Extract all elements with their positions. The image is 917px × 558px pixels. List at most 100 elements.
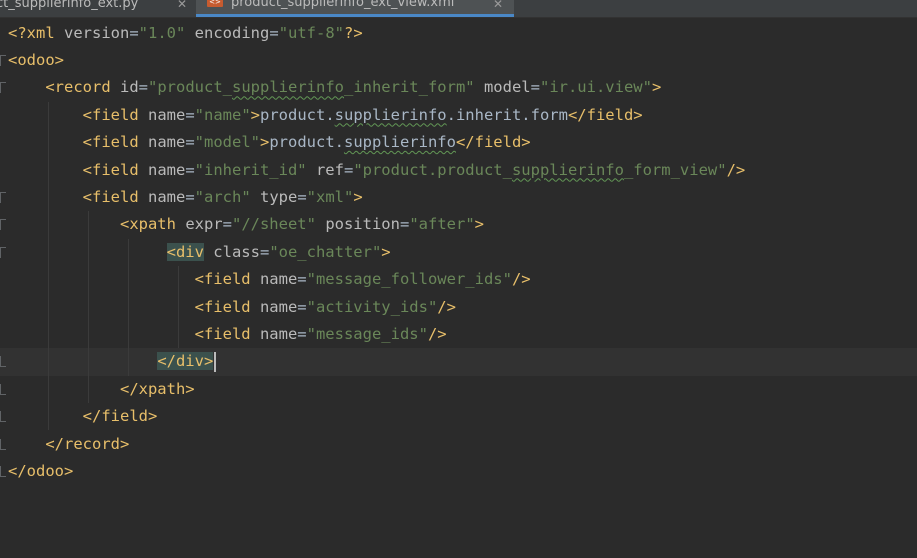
code-line[interactable]: <odoo> — [0, 47, 917, 74]
code-token: name — [259, 324, 298, 343]
indent-guide — [128, 238, 129, 376]
code-token: <xpath — [119, 215, 186, 234]
text-cursor — [214, 351, 216, 372]
code-token: = — [222, 215, 232, 234]
code-token: "arch" — [194, 187, 251, 206]
code-line[interactable]: </record> — [0, 431, 917, 458]
code-token: "oe_chatter" — [269, 242, 382, 261]
code-token: name — [259, 297, 298, 316]
code-token: > — [474, 215, 484, 234]
code-token: "product_ — [148, 78, 232, 97]
fold-marker-icon[interactable] — [0, 383, 6, 395]
code-token: version — [64, 23, 130, 42]
code-line[interactable]: </div> — [0, 348, 917, 376]
fold-marker-icon[interactable] — [0, 246, 6, 258]
code-token: "//sheet" — [231, 215, 316, 234]
code-token: = — [399, 215, 410, 234]
code-token: = — [185, 133, 195, 152]
code-token: encoding — [185, 23, 270, 42]
code-token: <field — [194, 297, 260, 316]
code-line[interactable]: <div class="oe_chatter"> — [0, 239, 917, 266]
fold-marker-icon[interactable] — [0, 356, 6, 368]
code-line[interactable]: </odoo> — [0, 458, 917, 485]
code-token: supplierinfo — [334, 105, 447, 124]
code-token: > — [259, 133, 270, 152]
code-line[interactable]: <field name="inherit_id" ref="product.pr… — [0, 157, 917, 184]
code-token: > — [381, 242, 391, 261]
code-token: expr — [185, 215, 223, 234]
code-token: "name" — [194, 105, 251, 124]
code-token: product. — [269, 133, 344, 152]
editor-tab-bar: ct_supplierinfo_ext.py ✕ <> product_supp… — [0, 0, 917, 18]
code-token: = — [297, 270, 307, 289]
code-line[interactable]: <record id="product_supplierinfo_inherit… — [0, 74, 917, 101]
fold-marker-icon[interactable] — [0, 219, 6, 231]
code-token: "1.0" — [138, 23, 186, 42]
code-editor[interactable]: <?xml version="1.0" encoding="utf-8"?> <o… — [0, 18, 917, 558]
code-token: "inherit_id" — [194, 160, 307, 179]
code-token: <odoo> — [8, 50, 64, 69]
code-token: "model" — [194, 133, 260, 152]
code-token: /> — [511, 270, 531, 289]
code-token: "xml" — [306, 187, 354, 206]
tab-supplierinfo-ext-py[interactable]: ct_supplierinfo_ext.py ✕ — [0, 0, 188, 17]
indent-guide — [88, 211, 89, 404]
code-line[interactable]: <?xml version="1.0" encoding="utf-8"?> — [0, 20, 917, 47]
code-token: supplierinfo — [511, 160, 624, 179]
code-token: /> — [726, 160, 746, 179]
code-line[interactable]: <field name="arch" type="xml"> — [0, 184, 917, 211]
indent-guide — [178, 266, 179, 349]
code-line[interactable]: <field name="message_ids"/> — [0, 321, 917, 348]
code-token: product. — [260, 105, 335, 124]
code-line[interactable]: <field name="message_follower_ids"/> — [0, 266, 917, 293]
code-line[interactable]: <xpath expr="//sheet" position="after"> — [0, 211, 917, 238]
code-token: <field — [82, 187, 148, 206]
code-token: > — [651, 78, 662, 97]
code-token: <field — [194, 324, 260, 343]
tab-supplierinfo-ext-view-xml[interactable]: <> product_supplierinfo_ext_view.xml ✕ — [196, 0, 514, 17]
fold-marker-icon[interactable] — [0, 82, 6, 94]
code-token: ref — [306, 160, 344, 179]
code-line[interactable]: </field> — [0, 403, 917, 430]
code-token: = — [297, 297, 307, 316]
xml-file-icon: <> — [207, 0, 223, 7]
code-line[interactable]: <field name="model">product.supplierinfo… — [0, 129, 917, 156]
code-token: supplierinfo — [232, 78, 344, 97]
code-token: = — [259, 242, 270, 261]
code-token: "activity_ids" — [306, 297, 438, 316]
fold-marker-icon[interactable] — [0, 411, 6, 423]
code-token: </record> — [45, 434, 130, 453]
fold-marker-icon[interactable] — [0, 438, 6, 450]
code-token: </div> — [157, 352, 214, 371]
code-token: ?> — [344, 23, 363, 42]
code-token: _form_view" — [623, 160, 727, 179]
code-token: = — [297, 324, 307, 343]
code-line[interactable]: </xpath> — [0, 376, 917, 403]
code-token: <field — [82, 133, 148, 152]
code-token: = — [269, 23, 279, 42]
code-token: "ir.ui.view" — [539, 78, 652, 97]
code-token: = — [343, 160, 354, 179]
code-token: = — [297, 187, 307, 206]
tab-label: ct_supplierinfo_ext.py — [0, 0, 139, 11]
fold-marker-icon[interactable] — [0, 465, 6, 477]
close-icon[interactable]: ✕ — [493, 0, 503, 11]
code-token: name — [147, 187, 186, 206]
fold-marker-icon[interactable] — [0, 191, 6, 203]
code-token: name — [147, 105, 186, 124]
code-token: = — [138, 78, 148, 97]
code-token: </field> — [567, 105, 643, 124]
code-token: position — [315, 215, 400, 234]
code-line[interactable]: <field name="name">product.supplierinfo.… — [0, 102, 917, 129]
code-token: = — [129, 23, 139, 42]
code-line[interactable]: <field name="activity_ids"/> — [0, 294, 917, 321]
close-icon[interactable]: ✕ — [177, 0, 187, 11]
fold-marker-icon[interactable] — [0, 54, 6, 66]
